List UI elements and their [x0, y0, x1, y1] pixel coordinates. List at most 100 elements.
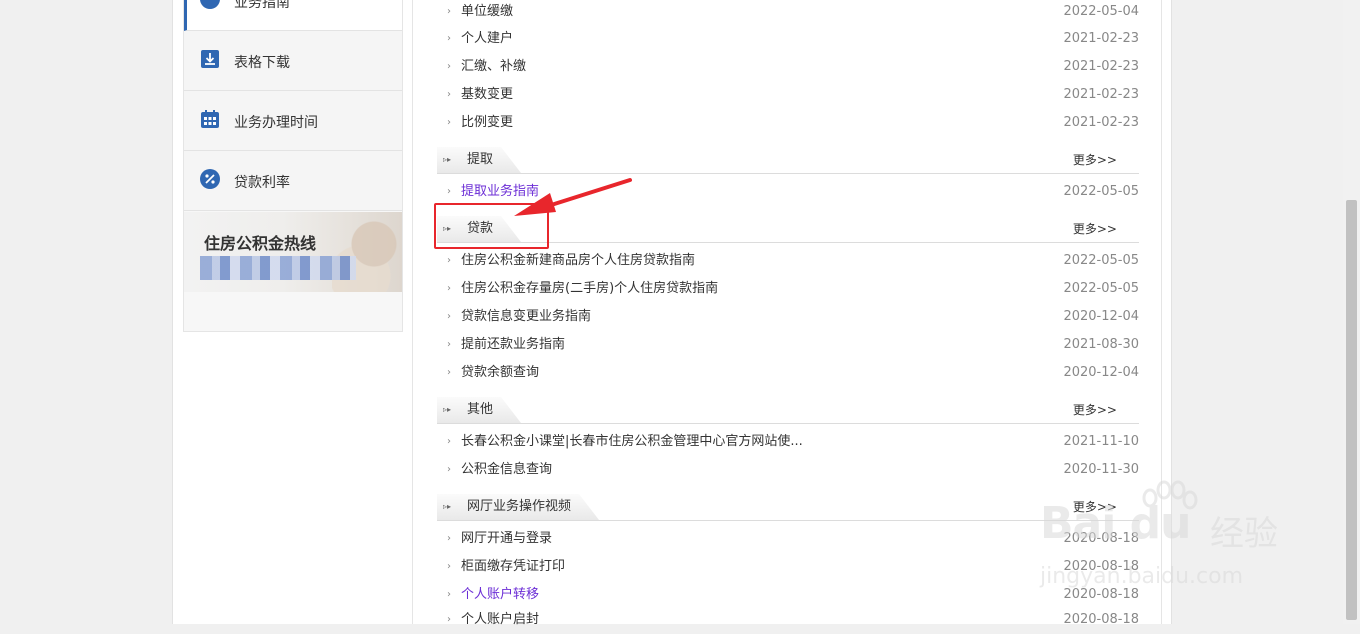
list-item[interactable]: › 个人账户启封 2020-08-18	[447, 606, 1139, 634]
percent-icon	[200, 169, 220, 189]
list-item[interactable]: › 住房公积金存量房(二手房)个人住房贷款指南 2022-05-05	[447, 275, 1139, 303]
list-item-date: 2021-02-23	[1063, 87, 1139, 102]
annotation-highlight-box	[434, 203, 549, 249]
list-item-title[interactable]: 长春公积金小课堂|长春市住房公积金管理中心官方网站使...	[461, 428, 803, 456]
list-item-title[interactable]: 柜面缴存凭证打印	[461, 553, 565, 581]
calendar-icon	[200, 109, 220, 129]
list-item[interactable]: › 比例变更 2021-02-23	[447, 109, 1139, 137]
tab-arrow-icon: ▹▸	[443, 502, 452, 511]
sidebar-item-label: 贷款利率	[234, 175, 290, 191]
list-item[interactable]: › 网厅开通与登录 2020-08-18	[447, 525, 1139, 553]
list-item-title[interactable]: 比例变更	[461, 109, 513, 137]
list-item-date: 2022-05-05	[1063, 253, 1139, 268]
bullet-icon: ›	[447, 6, 451, 17]
list-item-title[interactable]: 个人账户转移	[461, 581, 539, 609]
tab-arrow-icon: ▹▸	[443, 405, 452, 414]
bullet-icon: ›	[447, 533, 451, 544]
list-item[interactable]: › 汇缴、补缴 2021-02-23	[447, 53, 1139, 81]
list-item-date: 2021-02-23	[1063, 59, 1139, 74]
bullet-icon: ›	[447, 33, 451, 44]
list-item[interactable]: › 个人账户转移 2020-08-18	[447, 581, 1139, 609]
list-item-date: 2020-12-04	[1063, 365, 1139, 380]
bullet-icon: ›	[447, 614, 451, 625]
sidebar: 业务指南 表格下载 业务办理时间 贷款利率 住房公积金热线	[183, 0, 403, 332]
list-item-date: 2021-02-23	[1063, 115, 1139, 130]
section-header-withdraw: ▹▸ 提取 更多>>	[437, 147, 1139, 174]
hotline-number-blurred	[200, 256, 356, 280]
list-item-date: 2022-05-05	[1063, 184, 1139, 199]
section-title: 其他	[467, 402, 494, 417]
paw-icon	[1142, 480, 1198, 510]
list-item-title[interactable]: 公积金信息查询	[461, 456, 552, 484]
bullet-icon: ›	[447, 436, 451, 447]
bullet-icon: ›	[447, 89, 451, 100]
more-link[interactable]: 更多>>	[1073, 151, 1117, 168]
bullet-icon: ›	[447, 589, 451, 600]
list-item-title[interactable]: 单位缓缴	[461, 0, 513, 26]
sidebar-item-label: 表格下载	[234, 55, 290, 71]
section-tab[interactable]: ▹▸ 其他	[437, 397, 521, 423]
hotline-banner[interactable]: 住房公积金热线	[184, 212, 402, 292]
section-header-other: ▹▸ 其他 更多>>	[437, 397, 1139, 424]
bullet-icon: ›	[447, 61, 451, 72]
compass-icon	[200, 0, 220, 9]
list-item-title[interactable]: 贷款信息变更业务指南	[461, 303, 591, 331]
list-item-date: 2021-08-30	[1063, 337, 1139, 352]
list-item-title[interactable]: 住房公积金存量房(二手房)个人住房贷款指南	[461, 275, 718, 303]
list-item[interactable]: › 个人建户 2021-02-23	[447, 25, 1139, 53]
list-item-date: 2022-05-04	[1063, 4, 1139, 19]
bullet-icon: ›	[447, 186, 451, 197]
hotline-photo	[332, 212, 402, 292]
list-item[interactable]: › 贷款余额查询 2020-12-04	[447, 359, 1139, 387]
more-link[interactable]: 更多>>	[1073, 401, 1117, 418]
list-item[interactable]: › 公积金信息查询 2020-11-30	[447, 456, 1139, 484]
sidebar-item-loan-rate[interactable]: 贷款利率	[184, 151, 402, 211]
download-icon	[200, 49, 220, 69]
list-item-title[interactable]: 汇缴、补缴	[461, 53, 526, 81]
bullet-icon: ›	[447, 561, 451, 572]
list-item-title[interactable]: 贷款余额查询	[461, 359, 539, 387]
bullet-icon: ›	[447, 117, 451, 128]
scrollbar-thumb[interactable]	[1346, 200, 1357, 620]
bullet-icon: ›	[447, 255, 451, 266]
sidebar-item-business-guide[interactable]: 业务指南	[184, 0, 402, 31]
bullet-icon: ›	[447, 283, 451, 294]
section-title: 提取	[467, 152, 494, 167]
list-item-title[interactable]: 个人账户启封	[461, 606, 539, 634]
list-item-title[interactable]: 提前还款业务指南	[461, 331, 565, 359]
baidu-jingyan-watermark: Bai du 经验 jingyan.baidu.com	[1040, 480, 1300, 600]
list-item-date: 2021-11-10	[1063, 434, 1139, 449]
sidebar-item-label: 业务指南	[234, 0, 290, 11]
list-item-title[interactable]: 住房公积金新建商品房个人住房贷款指南	[461, 247, 695, 275]
bullet-icon: ›	[447, 339, 451, 350]
section-header-video: ▹▸ 网厅业务操作视频 更多>>	[437, 494, 1139, 521]
sidebar-item-form-download[interactable]: 表格下载	[184, 31, 402, 91]
list-item[interactable]: › 住房公积金新建商品房个人住房贷款指南 2022-05-05	[447, 247, 1139, 275]
list-item[interactable]: › 柜面缴存凭证打印 2020-08-18	[447, 553, 1139, 581]
list-item[interactable]: › 提前还款业务指南 2021-08-30	[447, 331, 1139, 359]
list-item-title[interactable]: 个人建户	[461, 25, 513, 53]
vertical-scrollbar[interactable]	[1343, 0, 1360, 624]
list-item[interactable]: › 提取业务指南 2022-05-05	[447, 178, 1139, 206]
list-item-title[interactable]: 提取业务指南	[461, 178, 539, 206]
section-tab[interactable]: ▹▸ 网厅业务操作视频	[437, 494, 599, 520]
hotline-title: 住房公积金热线	[204, 234, 317, 253]
bullet-icon: ›	[447, 311, 451, 322]
sidebar-item-business-hours[interactable]: 业务办理时间	[184, 91, 402, 151]
list-item[interactable]: › 单位缓缴 2022-05-04	[447, 0, 1139, 26]
list-item-date: 2020-12-04	[1063, 309, 1139, 324]
list-item[interactable]: › 基数变更 2021-02-23	[447, 81, 1139, 109]
list-item[interactable]: › 长春公积金小课堂|长春市住房公积金管理中心官方网站使... 2021-11-10	[447, 428, 1139, 456]
list-item-date: 2021-02-23	[1063, 31, 1139, 46]
list-item[interactable]: › 贷款信息变更业务指南 2020-12-04	[447, 303, 1139, 331]
section-tab[interactable]: ▹▸ 提取	[437, 147, 521, 173]
list-item-title[interactable]: 网厅开通与登录	[461, 525, 552, 553]
section-title: 网厅业务操作视频	[467, 499, 572, 514]
bullet-icon: ›	[447, 464, 451, 475]
sidebar-item-label: 业务办理时间	[234, 115, 318, 131]
list-item-date: 2020-08-18	[1063, 612, 1139, 627]
tab-arrow-icon: ▹▸	[443, 155, 452, 164]
more-link[interactable]: 更多>>	[1073, 220, 1117, 237]
list-item-title[interactable]: 基数变更	[461, 81, 513, 109]
list-item-date: 2022-05-05	[1063, 281, 1139, 296]
